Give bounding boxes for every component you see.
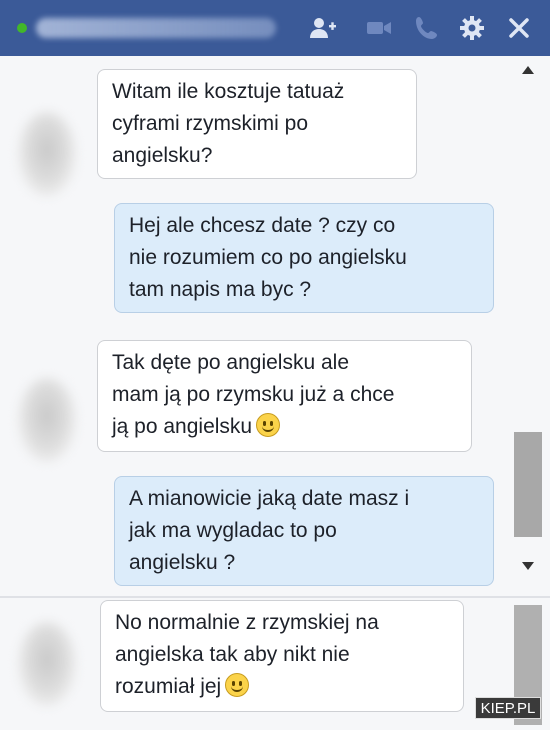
message-bubble-incoming: Witam ile kosztuje tatuaż cyframi rzymsk… xyxy=(97,69,417,179)
watermark-logo: KIEP.PL xyxy=(475,697,541,719)
message-bubble-outgoing: Hej ale chcesz date ? czy co nie rozumie… xyxy=(114,203,494,313)
contact-avatar[interactable] xyxy=(18,112,76,196)
online-status-dot xyxy=(17,23,27,33)
add-friend-icon[interactable] xyxy=(308,13,338,43)
message-bubble-incoming: No normalnie z rzymskiej na angielska ta… xyxy=(100,600,464,712)
close-icon[interactable] xyxy=(504,13,534,43)
contact-name-blurred[interactable] xyxy=(36,18,276,38)
phone-icon[interactable] xyxy=(412,13,442,43)
smiley-emoji-icon xyxy=(256,413,281,437)
message-text: Tak dęte po angielsku ale mam ją po rzym… xyxy=(112,351,395,438)
message-text: Witam ile kosztuje tatuaż cyframi rzymsk… xyxy=(112,80,345,167)
scroll-up-arrow-icon[interactable] xyxy=(522,66,534,74)
message-bubble-incoming: Tak dęte po angielsku ale mam ją po rzym… xyxy=(97,340,472,452)
video-call-icon[interactable] xyxy=(364,13,394,43)
message-text: A mianowicie jaką date masz i jak ma wyg… xyxy=(129,487,410,574)
message-bubble-outgoing: A mianowicie jaką date masz i jak ma wyg… xyxy=(114,476,494,586)
chat-header xyxy=(0,0,550,56)
contact-avatar[interactable] xyxy=(18,378,76,462)
message-text: Hej ale chcesz date ? czy co nie rozumie… xyxy=(129,214,407,301)
gear-icon[interactable] xyxy=(457,13,487,43)
scroll-down-arrow-icon[interactable] xyxy=(522,562,534,570)
scrollbar-thumb[interactable] xyxy=(514,432,542,537)
contact-avatar[interactable] xyxy=(18,622,76,706)
smiley-emoji-icon xyxy=(225,673,250,697)
